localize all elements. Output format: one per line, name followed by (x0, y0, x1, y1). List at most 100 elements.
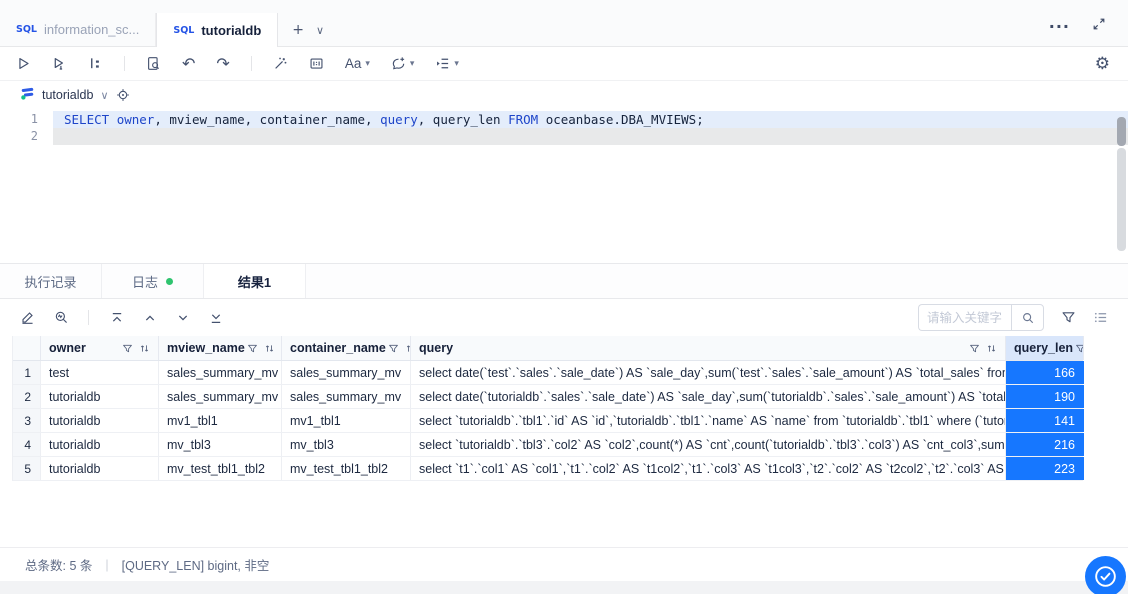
panel-tab-执行记录[interactable]: 执行记录 (0, 264, 102, 298)
cell-container_name[interactable]: mv_tbl3 (282, 433, 411, 456)
column-header-query_len[interactable]: query_len (1006, 336, 1084, 360)
column-header-icons (388, 343, 410, 354)
caret-down-icon: ▾ (409, 58, 415, 69)
sort-icon[interactable] (264, 343, 275, 354)
prev-row-icon[interactable] (143, 311, 157, 325)
database-selector-bar: tutorialdb ∨ (0, 81, 1128, 109)
panel-tab-结果1[interactable]: 结果1 (204, 264, 306, 298)
status-bar: 总条数: 5 条 | [QUERY_LEN] bigint, 非空 (0, 547, 1128, 581)
text-case-dropdown[interactable]: Aa ▾ (345, 56, 370, 71)
editor-scrollbar[interactable] (1117, 115, 1126, 261)
jump-last-row-icon[interactable] (209, 311, 223, 325)
check-circle-icon (1095, 566, 1116, 587)
sql-editor[interactable]: 1 SELECT owner, mview_name, container_nam… (0, 109, 1128, 263)
cell-mview_name[interactable]: mv1_tbl1 (159, 409, 282, 432)
results-toolbar-right (918, 304, 1108, 331)
filter-icon[interactable] (388, 343, 399, 354)
editor-tab-information-sc-[interactable]: SQL information_sc... (0, 13, 157, 46)
table-row[interactable]: 4 tutorialdb mv_tbl3 mv_tbl3 select `tutoria… (13, 433, 1084, 457)
cell-container_name[interactable]: sales_summary_mv (282, 385, 411, 408)
table-row[interactable]: 1 test sales_summary_mv sales_summary_mv sel… (13, 361, 1084, 385)
column-settings-icon[interactable] (1093, 310, 1108, 325)
column-header-container_name[interactable]: container_name (282, 336, 411, 360)
code-line: 1 SELECT owner, mview_name, container_nam… (0, 111, 1128, 128)
column-ratio-icon[interactable] (309, 56, 324, 71)
cell-container_name[interactable]: sales_summary_mv (282, 361, 411, 384)
sql-check-icon[interactable] (146, 56, 161, 71)
locate-database-icon[interactable] (116, 88, 130, 102)
editor-toolbar: ↶ ↷ Aa ▾ ▾ ▾ ⚙ (0, 47, 1128, 81)
cell-query[interactable]: select `tutorialdb`.`tbl3`.`col2` AS `co… (411, 433, 1006, 456)
edit-result-icon[interactable] (20, 310, 35, 325)
tab-list-chevron-icon[interactable]: ∨ (316, 24, 324, 37)
format-wand-icon[interactable] (273, 56, 288, 71)
cell-query_len[interactable]: 166 (1006, 361, 1084, 384)
undo-icon[interactable]: ↶ (182, 54, 195, 73)
comment-dropdown[interactable]: ▾ (391, 56, 415, 71)
cell-query_len[interactable]: 190 (1006, 385, 1084, 408)
result-panel-tabs: 执行记录 日志 结果1 (0, 263, 1128, 299)
run-icon[interactable] (16, 56, 31, 71)
cell-query_len[interactable]: 141 (1006, 409, 1084, 432)
next-row-icon[interactable] (176, 311, 190, 325)
cell-query[interactable]: select date(`test`.`sales`.`sale_date`) … (411, 361, 1006, 384)
settings-gear-icon[interactable]: ⚙ (1095, 54, 1110, 74)
cell-owner[interactable]: test (41, 361, 159, 384)
sort-icon[interactable] (139, 343, 150, 354)
code-line: 2 (0, 128, 1128, 145)
scrollbar-thumb[interactable] (1117, 117, 1126, 146)
cell-mview_name[interactable]: sales_summary_mv (159, 361, 282, 384)
cell-owner[interactable]: tutorialdb (41, 385, 159, 408)
column-header-mview_name[interactable]: mview_name (159, 336, 282, 360)
filter-icon[interactable] (1075, 343, 1083, 354)
filter-icon[interactable] (247, 343, 258, 354)
table-row[interactable]: 2 tutorialdb sales_summary_mv sales_summary… (13, 385, 1084, 409)
cell-owner[interactable]: tutorialdb (41, 457, 159, 480)
jump-first-row-icon[interactable] (110, 311, 124, 325)
column-header-owner[interactable]: owner (41, 336, 159, 360)
cell-owner[interactable]: tutorialdb (41, 433, 159, 456)
toolbar-divider (250, 56, 252, 71)
column-header-query[interactable]: query (411, 336, 1006, 360)
current-database-name[interactable]: tutorialdb (42, 88, 93, 102)
cell-query[interactable]: select `t1`.`col1` AS `col1`,`t1`.`col2`… (411, 457, 1006, 480)
cell-query[interactable]: select date(`tutorialdb`.`sales`.`sale_d… (411, 385, 1006, 408)
execution-detail-icon[interactable] (54, 310, 69, 325)
sort-icon[interactable] (986, 343, 997, 354)
cell-query_len[interactable]: 216 (1006, 433, 1084, 456)
check-circle-button[interactable] (1085, 556, 1126, 594)
cell-query_len[interactable]: 223 (1006, 457, 1084, 480)
tabbar-right-actions: ··· (1049, 17, 1128, 46)
code-lines: 1 SELECT owner, mview_name, container_nam… (0, 111, 1128, 145)
redo-icon[interactable]: ↷ (216, 54, 229, 73)
cell-owner[interactable]: tutorialdb (41, 409, 159, 432)
log-status-dot (166, 277, 173, 285)
cell-mview_name[interactable]: sales_summary_mv (159, 385, 282, 408)
cell-query[interactable]: select `tutorialdb`.`tbl1`.`id` AS `id`,… (411, 409, 1006, 432)
new-tab-button[interactable]: + (292, 22, 304, 38)
filter-icon[interactable] (122, 343, 133, 354)
fullscreen-icon[interactable] (1092, 17, 1106, 36)
column-header-icons (247, 343, 275, 354)
execution-plan-icon[interactable] (88, 56, 103, 71)
toolbar-divider (124, 56, 125, 71)
cell-mview_name[interactable]: mv_test_tbl1_tbl2 (159, 457, 282, 480)
more-icon[interactable]: ··· (1049, 17, 1070, 36)
table-row[interactable]: 3 tutorialdb mv1_tbl1 mv1_tbl1 select `tutor… (13, 409, 1084, 433)
filter-icon[interactable] (1061, 310, 1076, 325)
filter-icon[interactable] (969, 343, 980, 354)
indent-dropdown[interactable]: ▾ (435, 56, 459, 71)
cell-mview_name[interactable]: mv_tbl3 (159, 433, 282, 456)
tab-label: information_sc... (43, 22, 140, 37)
run-selection-icon[interactable] (52, 56, 67, 71)
cell-container_name[interactable]: mv1_tbl1 (282, 409, 411, 432)
search-button[interactable] (1011, 304, 1044, 331)
table-row[interactable]: 5 tutorialdb mv_test_tbl1_tbl2 mv_test_tbl1… (13, 457, 1084, 481)
database-chevron-icon[interactable]: ∨ (100, 89, 108, 102)
editor-tab-tutorialdb[interactable]: SQL tutorialdb (156, 13, 279, 47)
search-input[interactable] (918, 304, 1011, 331)
column-header-icons (122, 343, 150, 354)
panel-tab-日志[interactable]: 日志 (102, 264, 204, 298)
cell-container_name[interactable]: mv_test_tbl1_tbl2 (282, 457, 411, 480)
code-token: , query_len (417, 112, 509, 127)
